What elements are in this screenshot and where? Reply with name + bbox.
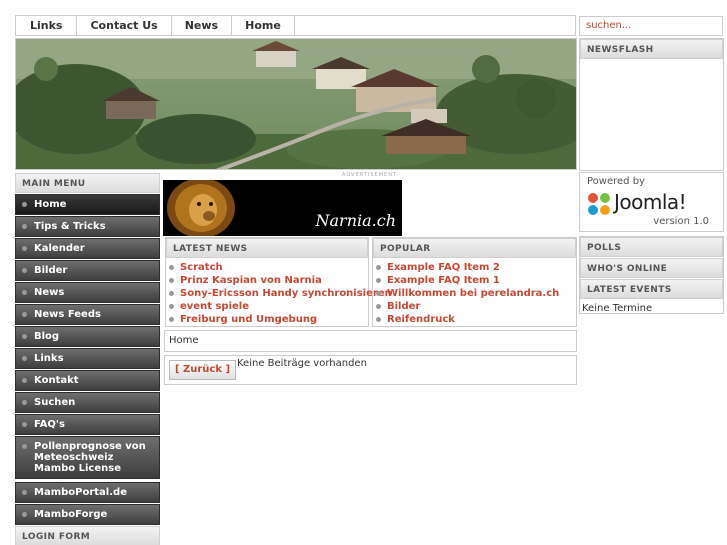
topnav-home[interactable]: Home xyxy=(232,16,295,35)
popular-list: Example FAQ Item 2 Example FAQ Item 1 Wi… xyxy=(373,258,576,326)
whos-online-title: WHO'S ONLINE xyxy=(580,258,723,278)
topnav-news[interactable]: News xyxy=(172,16,233,35)
joomla-version: version 1.0 xyxy=(653,216,709,227)
top-navigation: Links Contact Us News Home xyxy=(15,15,576,36)
menu-item-label: Tips & Tricks xyxy=(34,221,106,232)
bullet-icon xyxy=(22,268,27,273)
bullet-icon xyxy=(22,422,27,427)
menu-item-label: MamboPortal.de xyxy=(34,487,127,498)
header-image xyxy=(15,38,577,170)
popular-item[interactable]: Bilder xyxy=(373,300,576,313)
breadcrumb: Home xyxy=(164,330,577,352)
menu-item-label: Blog xyxy=(34,331,60,342)
joomla-brand: Joomla! xyxy=(614,190,687,214)
menu-item-faqs[interactable]: FAQ's xyxy=(15,414,160,435)
menu-item-news[interactable]: News xyxy=(15,282,160,303)
login-form-title: LOGIN FORM xyxy=(15,526,160,545)
latest-news-item[interactable]: event spiele xyxy=(166,300,368,313)
menu-item-news-feeds[interactable]: News Feeds xyxy=(15,304,160,325)
latest-news-list: Scratch Prinz Kaspian von Narnia Sony-Er… xyxy=(166,258,392,326)
no-items-message: Keine Beiträge vorhanden xyxy=(237,358,367,369)
menu-item-pollenprognose[interactable]: Pollenprognose von Meteoschweiz Mambo Lic… xyxy=(15,436,160,479)
main-menu: MAIN MENU Home Tips & Tricks Kalender Bi… xyxy=(15,173,160,545)
latest-news-title: LATEST NEWS xyxy=(166,238,368,258)
bullet-icon xyxy=(22,246,27,251)
bullet-icon xyxy=(22,202,27,207)
menu-item-label: Links xyxy=(34,353,64,364)
popular-module: POPULAR Example FAQ Item 2 Example FAQ I… xyxy=(372,237,577,327)
bullet-icon xyxy=(22,444,27,449)
menu-item-label: Kontakt xyxy=(34,375,79,386)
menu-item-mamboportal[interactable]: MamboPortal.de xyxy=(15,482,160,503)
menu-item-label: News Feeds xyxy=(34,309,101,320)
bullet-icon xyxy=(22,512,27,517)
banner-text: Narnia.ch xyxy=(315,211,397,230)
latest-news-item[interactable]: Scratch xyxy=(166,261,368,274)
menu-item-label: Pollenprognose von Meteoschweiz Mambo Lic… xyxy=(34,441,146,474)
menu-item-tips-tricks[interactable]: Tips & Tricks xyxy=(15,216,160,237)
events-text: Keine Termine xyxy=(582,303,653,314)
menu-item-links[interactable]: Links xyxy=(15,348,160,369)
bullet-icon xyxy=(22,378,27,383)
bullet-icon xyxy=(22,400,27,405)
menu-item-label: Home xyxy=(34,199,67,210)
popular-item[interactable]: Willkommen bei perelandra.ch xyxy=(373,287,576,300)
latest-news-item[interactable]: Prinz Kaspian von Narnia xyxy=(166,274,368,287)
popular-item[interactable]: Reifendruck xyxy=(373,313,576,326)
menu-item-label: FAQ's xyxy=(34,419,65,430)
menu-item-blog[interactable]: Blog xyxy=(15,326,160,347)
lion-image xyxy=(167,180,235,236)
popular-item[interactable]: Example FAQ Item 1 xyxy=(373,274,576,287)
menu-item-bilder[interactable]: Bilder xyxy=(15,260,160,281)
latest-events-title: LATEST EVENTS xyxy=(580,279,723,299)
newsflash-module: NEWSFLASH xyxy=(579,38,724,171)
bullet-icon xyxy=(22,334,27,339)
latest-news-item[interactable]: Freiburg und Umgebung xyxy=(166,313,368,326)
bullet-icon xyxy=(22,356,27,361)
content-area: [ Zurück ] Keine Beiträge vorhanden xyxy=(164,355,577,385)
back-button[interactable]: [ Zurück ] xyxy=(169,360,236,380)
menu-item-mamboforge[interactable]: MamboForge xyxy=(15,504,160,525)
menu-item-kontakt[interactable]: Kontakt xyxy=(15,370,160,391)
main-menu-title: MAIN MENU xyxy=(15,173,160,193)
latest-news-module: LATEST NEWS Scratch Prinz Kaspian von Na… xyxy=(165,237,392,327)
right-modules: POLLS WHO'S ONLINE LATEST EVENTS Keine T… xyxy=(579,236,724,314)
powered-by-label: Powered by xyxy=(587,176,645,187)
menu-item-label: Suchen xyxy=(34,397,76,408)
search-input[interactable]: suchen... xyxy=(579,16,723,36)
menu-item-label: MamboForge xyxy=(34,509,108,520)
newsflash-title: NEWSFLASH xyxy=(580,39,723,59)
menu-item-label: Bilder xyxy=(34,265,68,276)
powered-by-joomla[interactable]: Powered by Joomla! version 1.0 xyxy=(579,172,724,232)
bullet-icon xyxy=(22,490,27,495)
menu-item-suchen[interactable]: Suchen xyxy=(15,392,160,413)
polls-title: POLLS xyxy=(580,237,723,257)
advertisement-label: ADVERTISEMENT xyxy=(341,172,397,178)
narnia-banner[interactable]: Narnia.ch xyxy=(163,180,402,236)
topnav-contact-us[interactable]: Contact Us xyxy=(77,16,172,35)
latest-news-item[interactable]: Sony-Ericsson Handy synchronisieren xyxy=(166,287,392,300)
popular-item[interactable]: Example FAQ Item 2 xyxy=(373,261,576,274)
popular-title: POPULAR xyxy=(373,238,576,258)
bullet-icon xyxy=(22,290,27,295)
bullet-icon xyxy=(22,224,27,229)
menu-item-home[interactable]: Home xyxy=(15,194,160,215)
bullet-icon xyxy=(22,312,27,317)
menu-item-label: News xyxy=(34,287,65,298)
menu-item-label: Kalender xyxy=(34,243,85,254)
menu-item-kalender[interactable]: Kalender xyxy=(15,238,160,259)
topnav-links[interactable]: Links xyxy=(16,16,78,35)
joomla-logo-icon xyxy=(588,193,610,215)
